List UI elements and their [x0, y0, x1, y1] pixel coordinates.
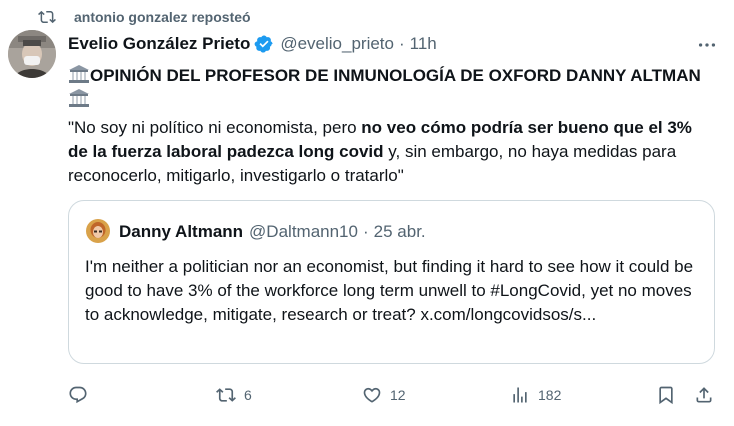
tweet-body: "No soy ni político ni economista, pero … — [68, 116, 708, 188]
views-count: 182 — [538, 387, 562, 403]
quoted-timestamp[interactable]: 25 abr. — [374, 222, 426, 242]
like-button[interactable]: 12 — [362, 376, 406, 414]
avatar-image — [8, 30, 56, 78]
quoted-tweet-header: Danny Altmann @Daltmann10 · 25 abr. — [119, 219, 426, 245]
repost-icon — [38, 10, 56, 24]
quoted-tweet-text: I'm neither a politician nor an economis… — [85, 257, 694, 324]
repost-icon — [216, 388, 236, 402]
classical-building-emoji — [69, 65, 89, 83]
reply-button[interactable] — [68, 376, 96, 414]
quoted-tweet[interactable]: Danny Altmann @Daltmann10 · 25 abr. I'm … — [68, 200, 715, 364]
bookmark-button[interactable] — [656, 376, 676, 414]
views-button[interactable]: 182 — [510, 376, 561, 414]
verified-badge-icon[interactable] — [254, 34, 274, 54]
like-count: 12 — [390, 387, 406, 403]
tweet-body-text: "No soy ni político ni economista, pero — [68, 118, 362, 137]
author-handle[interactable]: @evelio_prieto — [280, 34, 394, 54]
repost-label[interactable]: antonio gonzalez reposteó — [74, 9, 251, 25]
tweet-header: Evelio González Prieto @evelio_prieto · … — [68, 30, 437, 58]
share-button[interactable] — [694, 376, 714, 414]
author-avatar[interactable] — [8, 30, 56, 78]
quoted-author-name[interactable]: Danny Altmann — [119, 222, 243, 242]
views-icon — [513, 387, 527, 403]
classical-building-emoji — [69, 89, 89, 107]
heart-icon — [363, 387, 381, 403]
action-bar: 6 12 182 — [0, 376, 734, 414]
repost-button[interactable]: 6 — [216, 376, 252, 414]
tweet-title-text: OPINIÓN DEL PROFESOR DE INMUNOLOGÍA DE O… — [90, 66, 701, 85]
tweet-timestamp[interactable]: 11h — [410, 34, 437, 54]
quoted-separator-dot: · — [362, 222, 369, 241]
separator-dot: · — [398, 34, 405, 53]
tweet[interactable]: antonio gonzalez reposteó Evelio Gonzále… — [0, 0, 734, 426]
bookmark-icon — [659, 386, 673, 405]
quoted-author-avatar[interactable] — [86, 219, 110, 243]
tweet-title: OPINIÓN DEL PROFESOR DE INMUNOLOGÍA DE O… — [68, 64, 708, 112]
quoted-avatar-image — [86, 219, 110, 243]
quoted-author-handle[interactable]: @Daltmann10 — [249, 222, 358, 242]
more-icon[interactable] — [696, 36, 718, 54]
repost-count: 6 — [244, 387, 252, 403]
reply-icon — [69, 386, 87, 404]
author-name[interactable]: Evelio González Prieto — [68, 34, 250, 54]
share-icon — [696, 387, 712, 403]
